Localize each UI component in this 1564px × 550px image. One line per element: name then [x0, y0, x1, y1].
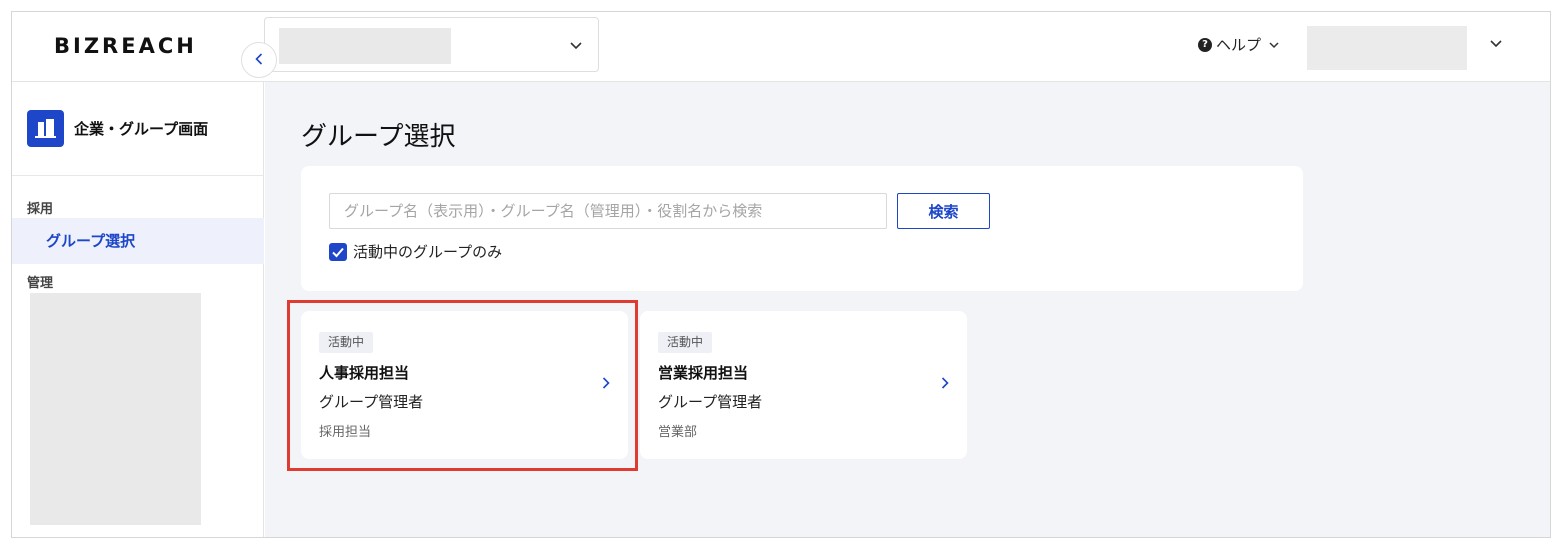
group-name: 営業採用担当 [658, 364, 749, 382]
main-content: グループ選択 検索 活動中のグループのみ 活動中 人事採用担当 グループ管理者 … [265, 82, 1550, 537]
search-button[interactable]: 検索 [897, 193, 990, 229]
search-panel: 検索 活動中のグループのみ [301, 166, 1303, 291]
status-badge: 活動中 [658, 332, 713, 353]
top-header: BIZREACH ? ヘルプ [12, 12, 1550, 82]
sidebar-item-group-select[interactable]: グループ選択 [12, 218, 264, 264]
building-icon [27, 110, 64, 147]
sidebar-header: 企業・グループ画面 [27, 110, 208, 147]
chevron-right-icon [602, 374, 610, 393]
sidebar-title: 企業・グループ画面 [74, 120, 209, 138]
status-badge: 活動中 [319, 332, 374, 353]
group-name: 人事採用担当 [319, 364, 410, 382]
group-search-input[interactable] [329, 193, 887, 229]
chevron-right-icon [941, 374, 949, 393]
sidebar-section-recruitment: 採用 [27, 202, 54, 217]
active-only-label: 活動中のグループのみ [353, 243, 503, 261]
help-label: ヘルプ [1216, 36, 1262, 54]
sidebar-collapse-button[interactable] [241, 42, 277, 78]
bizreach-logo[interactable]: BIZREACH [54, 34, 197, 58]
company-select[interactable] [264, 17, 599, 72]
app-window: BIZREACH ? ヘルプ 企業・グループ画面 採用 グループ選択 管理 グル… [11, 11, 1551, 538]
active-only-checkbox[interactable]: 活動中のグループのみ [329, 241, 502, 262]
sidebar: 企業・グループ画面 採用 グループ選択 管理 [12, 82, 264, 537]
group-department: 採用担当 [319, 425, 372, 440]
question-circle-icon: ? [1198, 37, 1212, 52]
help-menu[interactable]: ? ヘルプ [1198, 34, 1279, 55]
chevron-down-icon [570, 36, 582, 54]
group-role: グループ管理者 [658, 393, 763, 411]
page-title: グループ選択 [301, 122, 456, 152]
chevron-left-icon [255, 50, 263, 69]
group-card-sales-recruitment[interactable]: 活動中 営業採用担当 グループ管理者 営業部 [640, 311, 967, 459]
checkbox-checked-icon [329, 242, 347, 261]
user-menu-chevron-icon[interactable] [1490, 34, 1502, 52]
group-role: グループ管理者 [319, 393, 424, 411]
group-card-hr-recruitment[interactable]: 活動中 人事採用担当 グループ管理者 採用担当 [301, 311, 628, 459]
company-name-redacted [279, 28, 451, 64]
user-name-redacted [1307, 26, 1467, 70]
group-department: 営業部 [658, 425, 698, 440]
sidebar-section-management: 管理 [27, 276, 54, 291]
sidebar-divider [12, 175, 264, 176]
chevron-down-icon [1269, 38, 1279, 52]
sidebar-management-redacted [30, 293, 201, 525]
